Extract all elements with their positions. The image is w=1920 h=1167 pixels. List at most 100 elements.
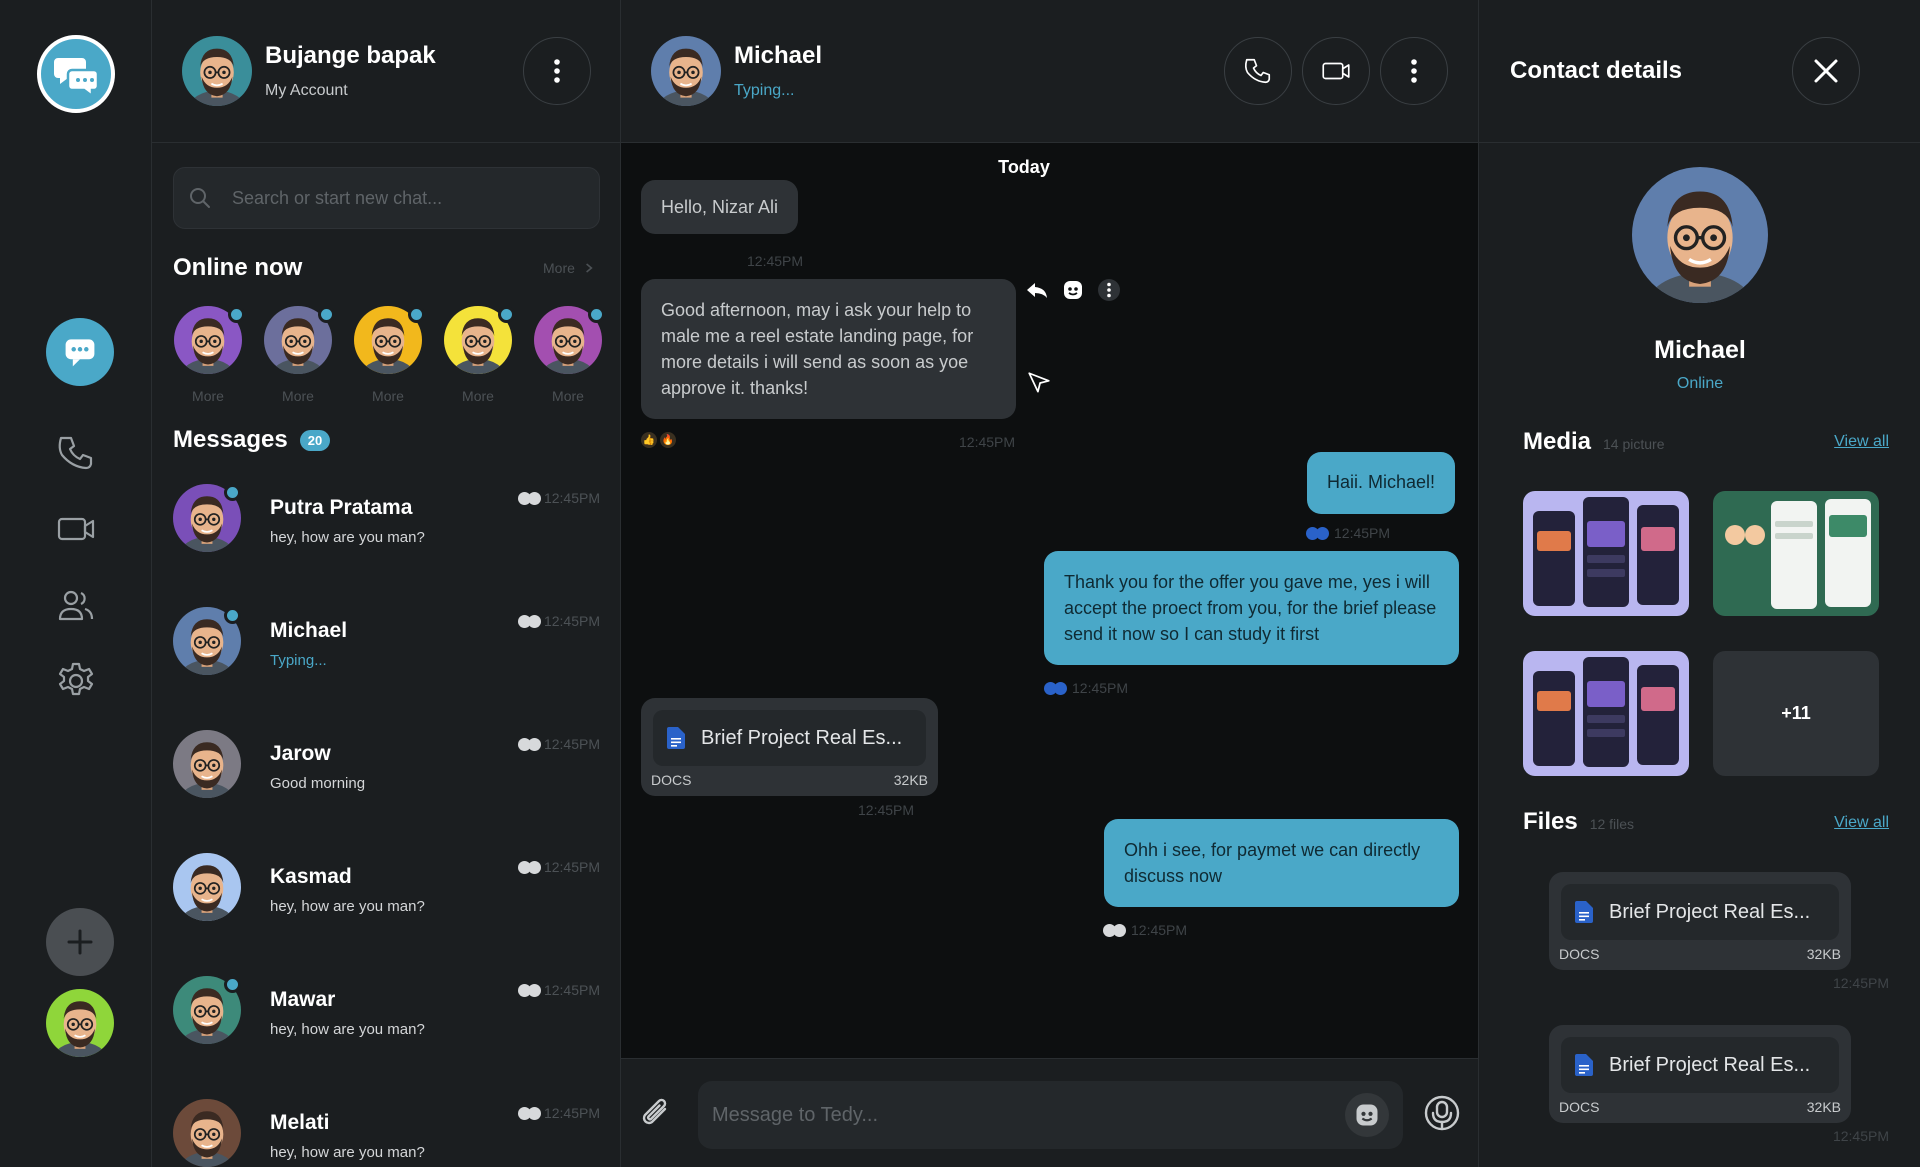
message-time-row: 12:45PM <box>1306 525 1390 541</box>
outgoing-message[interactable]: Thank you for the offer you gave me, yes… <box>1044 551 1459 665</box>
read-ticks-icon <box>1044 681 1067 695</box>
chat-list-item[interactable]: Kasmad hey, how are you man? 12:45PM <box>152 853 620 963</box>
files-heading: Files 12 files <box>1523 808 1634 836</box>
account-avatar[interactable] <box>182 36 252 106</box>
chat-time: 12:45PM <box>543 490 600 506</box>
chat-list-item[interactable]: Melati hey, how are you man? 12:45PM <box>152 1099 620 1167</box>
chat-meta: 12:45PM <box>517 859 600 875</box>
media-heading: Media 14 picture <box>1523 428 1665 456</box>
chat-name: Mawar <box>270 988 336 1011</box>
chat-name: Michael <box>270 619 348 642</box>
paperclip-icon[interactable] <box>635 1093 675 1133</box>
chat-icon <box>65 339 95 367</box>
chat-meta: 12:45PM <box>517 982 600 998</box>
voice-call-button[interactable] <box>1224 37 1292 105</box>
outgoing-message[interactable]: Ohh i see, for paymet we can directly di… <box>1104 819 1459 907</box>
online-more-link[interactable]: More <box>543 260 593 276</box>
close-details-button[interactable] <box>1792 37 1860 105</box>
file-message[interactable]: Brief Project Real Es... DOCS 32KB <box>641 698 938 796</box>
account-menu-button[interactable] <box>523 37 591 105</box>
contact-name: Michael <box>734 42 823 69</box>
emoji-icon[interactable] <box>1061 278 1085 302</box>
chat-time: 12:45PM <box>543 859 600 875</box>
read-ticks-icon <box>517 737 541 751</box>
nav-settings[interactable] <box>47 652 105 710</box>
avatar <box>173 730 241 798</box>
account-name: Bujange bapak <box>265 42 436 69</box>
online-dot <box>318 306 335 323</box>
shared-file[interactable]: Brief Project Real Es... DOCS 32KB <box>1549 1025 1851 1123</box>
new-chat-button[interactable] <box>46 908 114 976</box>
conversation-panel: Michael Typing... Today Hello, Nizar Ali… <box>621 0 1478 1167</box>
chat-list-item[interactable]: Jarow Good morning 12:45PM <box>152 730 620 840</box>
read-ticks-icon <box>517 614 541 628</box>
avatar-image <box>173 1099 241 1167</box>
chat-bubbles-icon <box>54 58 100 98</box>
message-time: 12:45PM <box>1072 680 1129 696</box>
media-view-all-link[interactable]: View all <box>1834 433 1889 451</box>
message-time: 12:45PM <box>747 253 804 269</box>
shared-file[interactable]: Brief Project Real Es... DOCS 32KB <box>1549 872 1851 970</box>
message-input-box[interactable] <box>698 1081 1403 1149</box>
chat-meta: 12:45PM <box>517 490 600 506</box>
message-reactions[interactable]: 👍 🔥 <box>641 432 676 448</box>
chat-time: 12:45PM <box>543 982 600 998</box>
more-vertical-icon[interactable] <box>1097 278 1121 302</box>
online-contact-label: More <box>192 388 224 404</box>
search-input[interactable] <box>232 187 572 209</box>
microphone-icon[interactable] <box>1422 1093 1462 1133</box>
nav-contacts[interactable] <box>47 576 105 634</box>
file-size: 32KB <box>893 772 928 788</box>
message-time: 12:45PM <box>959 434 1016 450</box>
nav-calls[interactable] <box>47 424 105 482</box>
reaction-icon: 👍 <box>641 432 657 448</box>
message-time: 12:45PM <box>858 802 915 818</box>
nav-video[interactable] <box>47 500 105 558</box>
read-ticks-icon <box>517 983 541 997</box>
message-time: 12:45PM <box>1334 525 1391 541</box>
file-attachment[interactable]: Brief Project Real Es... <box>1561 1037 1839 1093</box>
read-ticks-icon <box>1306 526 1329 540</box>
account-header: Bujange bapak My Account <box>152 0 620 143</box>
avatar <box>173 1099 241 1167</box>
video-call-button[interactable] <box>1302 37 1370 105</box>
online-dot <box>498 306 515 323</box>
conversation-menu-button[interactable] <box>1380 37 1448 105</box>
avatar <box>173 853 241 921</box>
file-type: DOCS <box>651 772 692 788</box>
online-contact[interactable]: More <box>263 306 335 404</box>
nav-chats[interactable] <box>46 318 114 386</box>
chat-list-item[interactable]: Michael Typing... 12:45PM <box>152 607 620 717</box>
contact-avatar[interactable] <box>651 36 721 106</box>
incoming-message[interactable]: Good afternoon, may i ask your help to m… <box>641 279 1016 419</box>
outgoing-message[interactable]: Haii. Michael! <box>1307 452 1456 514</box>
media-thumbnail[interactable] <box>1523 491 1689 616</box>
search-box[interactable] <box>173 167 600 229</box>
files-count: 12 files <box>1589 816 1635 832</box>
online-contact[interactable]: More <box>353 306 425 404</box>
chat-list-item[interactable]: Mawar hey, how are you man? 12:45PM <box>152 976 620 1086</box>
day-divider: Today <box>998 157 1050 177</box>
online-contact[interactable]: More <box>533 306 605 404</box>
phone-icon <box>58 436 93 470</box>
my-avatar[interactable] <box>46 989 114 1057</box>
media-thumbnail[interactable] <box>1523 651 1689 776</box>
media-count: 14 picture <box>1603 436 1665 452</box>
more-media-button[interactable]: +11 <box>1713 651 1879 776</box>
media-thumbnail[interactable] <box>1713 491 1879 616</box>
message-input[interactable] <box>712 1081 1312 1149</box>
chat-name: Melati <box>270 1111 330 1134</box>
file-attachment[interactable]: Brief Project Real Es... <box>1561 884 1839 940</box>
chat-list-item[interactable]: Putra Pratama hey, how are you man? 12:4… <box>152 484 620 594</box>
message-time: 12:45PM <box>1131 922 1188 938</box>
emoji-icon <box>1356 1104 1378 1126</box>
online-contact[interactable]: More <box>443 306 515 404</box>
app-logo[interactable] <box>37 35 115 113</box>
file-attachment[interactable]: Brief Project Real Es... <box>653 710 926 766</box>
chat-preview: hey, how are you man? <box>270 529 425 546</box>
online-contact[interactable]: More <box>173 306 245 404</box>
incoming-message[interactable]: Hello, Nizar Ali <box>641 180 799 234</box>
emoji-button[interactable] <box>1345 1093 1389 1137</box>
reply-icon[interactable] <box>1025 278 1049 302</box>
files-view-all-link[interactable]: View all <box>1834 814 1889 832</box>
